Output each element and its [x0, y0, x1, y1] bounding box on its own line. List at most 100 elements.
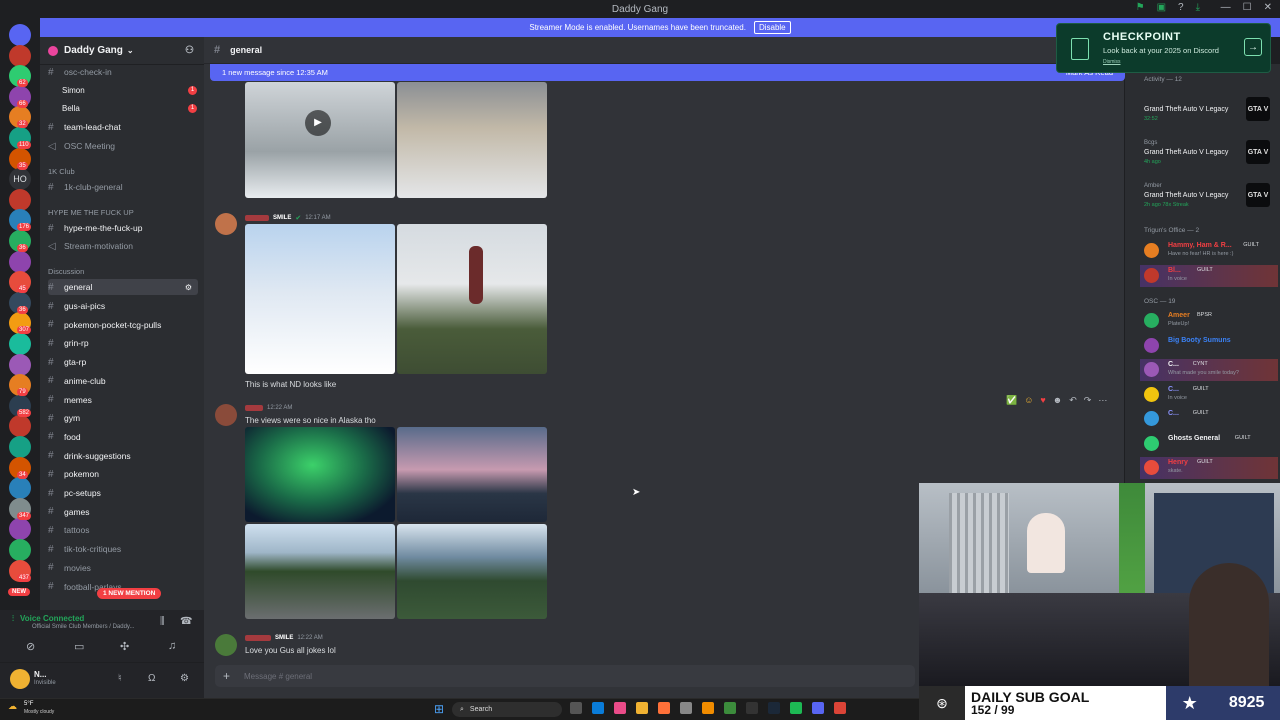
- edge-icon[interactable]: [592, 702, 604, 714]
- channel-gym[interactable]: # gym: [48, 410, 198, 426]
- category-hype[interactable]: HYPE ME THE FUCK UP: [48, 208, 134, 217]
- member-item[interactable]: C... GUILT: [1140, 408, 1278, 430]
- terminal-icon[interactable]: [746, 702, 758, 714]
- channel-osc-check-in[interactable]: # osc-check-in: [48, 64, 198, 80]
- download-icon[interactable]: ⤓: [1196, 2, 1200, 13]
- channel-stream-motivation[interactable]: ◁ Stream-motivation: [48, 238, 198, 254]
- category-1k-club[interactable]: 1K Club: [48, 167, 75, 176]
- notepad-icon[interactable]: [724, 702, 736, 714]
- server-icon[interactable]: [9, 436, 31, 458]
- avatar[interactable]: [215, 404, 237, 426]
- member-item[interactable]: Ghosts General GUILT: [1140, 433, 1278, 455]
- gear-icon[interactable]: ⚙: [185, 283, 192, 292]
- channel-gus-ai-pics[interactable]: # gus-ai-pics: [48, 298, 198, 314]
- category-discussion[interactable]: Discussion: [48, 267, 84, 276]
- message-image[interactable]: [245, 224, 395, 374]
- message-image[interactable]: [245, 427, 395, 522]
- channel-tik-tok-critiques[interactable]: # tik-tok-critiques: [48, 541, 198, 557]
- more-icon[interactable]: ⋯: [1098, 395, 1107, 406]
- channel-memes[interactable]: # memes: [48, 392, 198, 408]
- activity-card[interactable]: Bcgs Grand Theft Auto V Legacy 4h ago GTA V: [1144, 140, 1274, 176]
- inbox-icon[interactable]: ⚑: [1136, 2, 1145, 13]
- add-reaction-icon[interactable]: ☻: [1053, 395, 1062, 406]
- minimize-icon[interactable]: —: [1221, 2, 1231, 13]
- maximize-icon[interactable]: ☐: [1243, 2, 1252, 13]
- activity-card[interactable]: Grand Theft Auto V Legacy 32:52 GTA V: [1144, 97, 1274, 133]
- noise-suppression-icon[interactable]: ⫼: [160, 616, 165, 627]
- steam-icon[interactable]: [768, 702, 780, 714]
- taskbar-search[interactable]: ⌕ Search: [452, 702, 562, 717]
- channel-pc-setups[interactable]: # pc-setups: [48, 485, 198, 501]
- thread-simon[interactable]: Simon 1: [62, 82, 212, 98]
- server-icon[interactable]: [9, 539, 31, 561]
- avatar[interactable]: [215, 634, 237, 656]
- channel-movies[interactable]: # movies: [48, 560, 198, 576]
- camera-off-icon[interactable]: ⊘: [26, 640, 35, 653]
- add-member-icon[interactable]: ⚇: [185, 45, 194, 56]
- member-item[interactable]: Bl... In voice GUILT: [1140, 265, 1278, 287]
- member-item[interactable]: Ameer PlateUp! BPSR: [1140, 310, 1278, 332]
- member-item[interactable]: C... In voice GUILT: [1140, 384, 1278, 406]
- discord-icon[interactable]: [812, 702, 824, 714]
- headphones-icon[interactable]: Ω: [148, 673, 155, 684]
- channel-pokemon[interactable]: # pokemon: [48, 466, 198, 482]
- server-icon[interactable]: [9, 188, 31, 211]
- reply-icon[interactable]: ↶: [1069, 395, 1077, 406]
- server-icon[interactable]: [9, 250, 31, 273]
- spotify-icon[interactable]: [790, 702, 802, 714]
- channel-drink-suggestions[interactable]: # drink-suggestions: [48, 448, 198, 464]
- member-item[interactable]: Henry skate. GUILT: [1140, 457, 1278, 479]
- check-reaction-icon[interactable]: ✅: [1006, 395, 1017, 406]
- message-image[interactable]: [397, 224, 547, 374]
- message-image[interactable]: ▶: [245, 82, 395, 198]
- settings-icon[interactable]: ⚙: [180, 673, 189, 684]
- message-image[interactable]: [397, 427, 547, 522]
- redacted-name[interactable]: [245, 215, 269, 221]
- message-image[interactable]: [397, 82, 547, 198]
- message-input[interactable]: Message # general: [244, 672, 312, 681]
- channel-anime-club[interactable]: # anime-club: [48, 373, 198, 389]
- member-item[interactable]: Hammy, Ham & R... Have no fear! HR is her…: [1140, 240, 1278, 262]
- message-image[interactable]: [397, 524, 547, 619]
- new-mention-pill[interactable]: 1 NEW MENTION: [97, 588, 162, 599]
- avatar[interactable]: [215, 213, 237, 235]
- screen-icon[interactable]: ▣: [1157, 2, 1166, 13]
- new-messages-bar[interactable]: 1 new message since 12:35 AM Mark As Rea…: [210, 64, 1125, 81]
- windows-start-icon[interactable]: ⊞: [434, 702, 444, 716]
- disable-button[interactable]: Disable: [753, 21, 791, 34]
- channel-gta-rp[interactable]: # gta-rp: [48, 354, 198, 370]
- server-icon[interactable]: [9, 24, 31, 46]
- channel-grin-rp[interactable]: # grin-rp: [48, 335, 198, 351]
- play-icon[interactable]: ▶: [305, 110, 331, 136]
- disconnect-icon[interactable]: ☎: [180, 616, 192, 627]
- channel-games[interactable]: # games: [48, 504, 198, 520]
- emoji-reaction-icon[interactable]: ☺: [1024, 395, 1033, 406]
- explorer-icon[interactable]: [636, 702, 648, 714]
- channel-hype-me-the-fuck-up[interactable]: # hype-me-the-fuck-up: [48, 220, 198, 236]
- channel-team-lead-chat[interactable]: # team-lead-chat: [48, 119, 198, 135]
- server-icon[interactable]: [9, 353, 31, 376]
- task-view-icon[interactable]: [570, 702, 582, 714]
- microphone-icon[interactable]: ♮: [118, 673, 122, 684]
- add-attachment-icon[interactable]: +: [223, 669, 230, 683]
- forward-icon[interactable]: ↷: [1084, 395, 1092, 406]
- soundboard-icon[interactable]: ♫: [168, 640, 176, 652]
- server-icon[interactable]: [9, 44, 31, 67]
- channel-food[interactable]: # food: [48, 429, 198, 445]
- redacted-name[interactable]: [245, 635, 271, 641]
- member-item[interactable]: C... What made you smile today? CYNT: [1140, 359, 1278, 381]
- message-composer[interactable]: + Message # general: [215, 665, 915, 687]
- help-icon[interactable]: ?: [1178, 2, 1184, 13]
- activities-icon[interactable]: ✣: [120, 640, 129, 653]
- server-icon[interactable]: [9, 333, 31, 355]
- channel-osc-meeting[interactable]: ◁ OSC Meeting: [48, 138, 198, 154]
- avatar[interactable]: [10, 669, 30, 689]
- calc-icon[interactable]: [680, 702, 692, 714]
- redacted-name[interactable]: [245, 405, 263, 411]
- copilot-icon[interactable]: [614, 702, 626, 714]
- channel-1k-club-general[interactable]: #1k-club-general: [48, 179, 198, 195]
- heart-reaction-icon[interactable]: ♥: [1040, 395, 1045, 406]
- close-icon[interactable]: ✕: [1264, 2, 1272, 13]
- screen-share-icon[interactable]: ▭: [74, 640, 84, 653]
- channel-tattoos[interactable]: # tattoos: [48, 522, 198, 538]
